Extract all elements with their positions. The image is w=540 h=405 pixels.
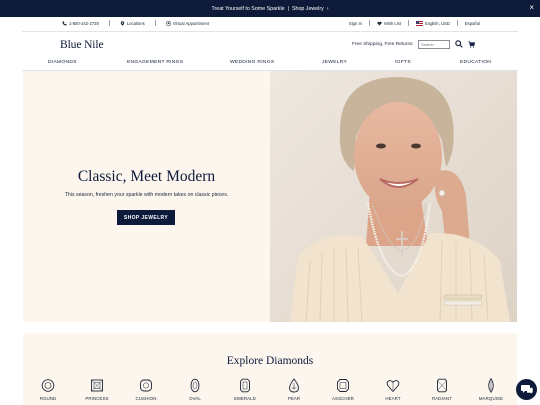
locale-label: English, USD [424,20,450,26]
cushion-diamond-icon [140,379,152,392]
oval-diamond-icon [190,378,200,393]
shape-label: ASSCHER [332,396,354,401]
phone-number: 1-800-242-2728 [69,20,99,26]
wish-list-link[interactable]: Wish List [377,21,401,26]
virtual-appointment-link[interactable]: Virtual Appointment [166,21,209,26]
shape-cushion[interactable]: CUSHION [126,378,166,401]
emerald-diamond-icon [240,378,250,393]
phone-icon [62,21,67,25]
shape-label: OVAL [189,396,201,401]
shape-label: HEART [385,396,401,401]
shop-jewelry-button[interactable]: SHOP JEWELRY [117,210,175,225]
promo-text: Treat Yourself to Some Sparkle [211,5,285,12]
chevron-right-icon: › [326,5,329,12]
logo[interactable]: Blue Nile [60,39,104,51]
video-icon [166,20,171,26]
marquise-diamond-icon [488,378,494,393]
hero-subtitle: This season, freshen your sparkle with m… [64,192,229,198]
shape-label: CUSHION [135,396,157,401]
shape-emerald[interactable]: EMERALD [225,378,265,401]
promo-separator: | [287,5,289,12]
location-pin-icon [120,20,125,26]
shape-label: PEAR [287,396,301,401]
hero-image[interactable] [270,71,517,322]
wish-list-label: Wish List [383,20,401,26]
shape-oval[interactable]: OVAL [175,378,215,401]
divider [456,20,458,26]
phone-link[interactable]: 1-800-242-2728 [62,21,99,26]
nav-wedding-rings[interactable]: WEDDING RINGS [230,60,274,65]
espanol-link[interactable]: Español [465,21,480,26]
shape-marquise[interactable]: MARQUISE [471,378,511,401]
shape-label: PRINCESS [85,396,109,401]
heart-diamond-icon [386,380,400,393]
shape-label: MARQUISE [478,396,504,401]
nav-jewelry[interactable]: JEWELRY [322,60,347,65]
locations-link[interactable]: Locations [120,21,145,26]
utility-bar: 1-800-242-2728 Locations Virtual Appoint… [0,17,540,31]
explore-diamonds-title: Explore Diamonds [226,355,314,367]
shape-round[interactable]: ROUND [28,378,68,401]
pear-diamond-icon [289,378,299,393]
shape-heart[interactable]: HEART [373,378,413,401]
divider [368,20,370,26]
shape-princess[interactable]: PRINCESS [77,378,117,401]
round-diamond-icon [41,379,55,392]
shape-asscher[interactable]: ASSCHER [323,378,363,401]
locations-label: Locations [126,20,145,26]
search-icon[interactable] [455,40,463,48]
promo-bar: Treat Yourself to Some Sparkle | Shop Je… [0,0,540,17]
us-flag-icon [415,20,423,26]
divider [154,20,156,26]
virtual-appointment-label: Virtual Appointment [172,20,209,26]
chat-icon [520,385,533,395]
nav-education[interactable]: EDUCATION [460,60,491,65]
search-input[interactable] [418,40,450,49]
diamond-shapes-row: ROUND PRINCESS CUSHION OVAL EMERALD PEAR… [23,378,517,405]
promo-shop-jewelry-link[interactable]: Shop Jewelry [292,6,324,12]
shape-label: EMERALD [234,396,256,401]
shipping-link[interactable]: Free Shipping, Free Returns [352,42,413,47]
nav-engagement-rings[interactable]: ENGAGEMENT RINGS [127,60,183,65]
shape-radiant[interactable]: RADIANT [422,378,462,401]
cart-icon[interactable] [468,41,475,48]
divider [22,31,518,32]
shape-label: RADIANT [432,396,452,401]
divider [407,20,409,26]
chat-button[interactable] [516,379,537,400]
nav-diamonds[interactable]: DIAMONDS [48,60,77,65]
divider [108,20,110,26]
shape-pear[interactable]: PEAR [274,378,314,401]
main-nav: DIAMONDS ENGAGEMENT RINGS WEDDING RINGS … [22,58,518,70]
sign-in-link[interactable]: Sign In [349,21,362,26]
shape-label: ROUND [39,396,57,401]
princess-diamond-icon [91,379,103,392]
hero-title: Classic, Meet Modern [77,168,216,185]
heart-icon [377,21,382,25]
locale-selector[interactable]: English, USD [415,20,450,26]
nav-gifts[interactable]: GIFTS [395,60,411,65]
close-icon[interactable]: × [529,3,534,13]
hero-photo-illustration [270,71,517,322]
asscher-diamond-icon [337,379,349,392]
radiant-diamond-icon [437,378,447,393]
